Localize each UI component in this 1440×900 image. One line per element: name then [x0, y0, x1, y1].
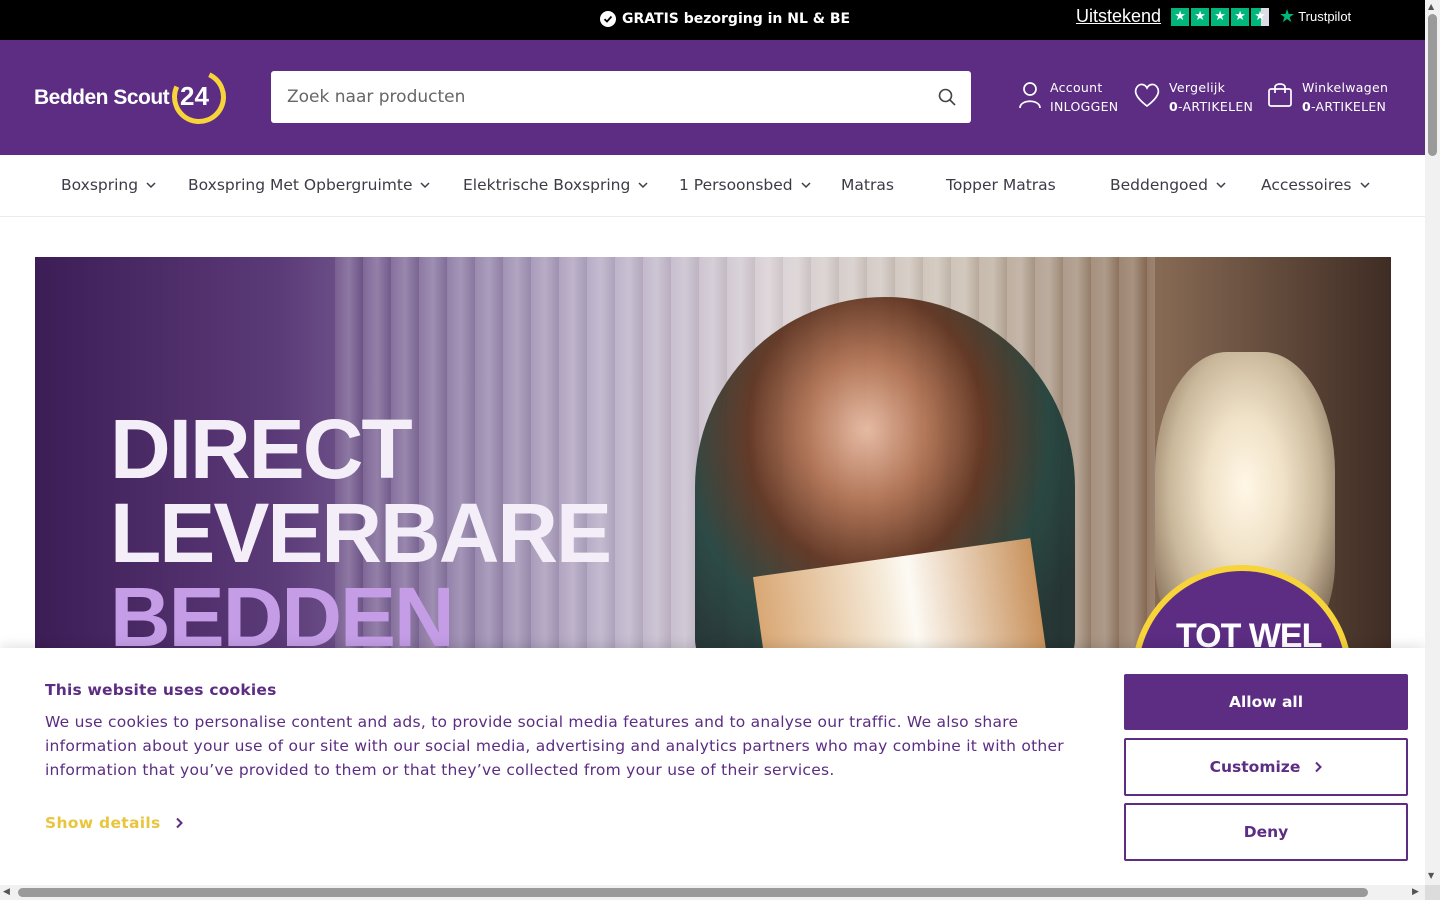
star-icon: ★: [1191, 7, 1210, 26]
customize-label: Customize: [1209, 758, 1301, 776]
scroll-up-arrow-icon[interactable]: ▲: [1428, 2, 1434, 11]
horizontal-scrollbar[interactable]: ◀ ▶: [0, 885, 1425, 900]
deny-button[interactable]: Deny: [1124, 803, 1408, 861]
user-icon: [1018, 81, 1042, 113]
compare-sub: -ARTIKELEN: [1178, 99, 1254, 114]
compare-count: 0: [1169, 99, 1178, 114]
account-label: Account: [1050, 80, 1103, 95]
main-navigation: Boxspring Boxspring Met Opbergruimte Ele…: [0, 155, 1425, 217]
hero-line-2: LEVERBARE: [110, 486, 612, 580]
chevron-right-icon: [1315, 761, 1323, 773]
compare-label-group: Vergelijk 0-ARTIKELEN: [1169, 78, 1253, 116]
nav-item-beddengoed[interactable]: Beddengoed: [1110, 176, 1226, 194]
show-details-label: Show details: [45, 814, 161, 832]
search-bar: [271, 71, 971, 123]
shopping-bag-icon: [1266, 81, 1294, 113]
vertical-scrollbar[interactable]: ▲ ▼: [1425, 0, 1440, 885]
cart-count: 0: [1302, 99, 1311, 114]
free-delivery-promo: GRATIS bezorging in NL & BE: [600, 11, 850, 27]
star-icon: ★: [1171, 7, 1190, 26]
site-header: Bedden Scout 24 Account INLOGGEN Vergeli…: [0, 40, 1425, 155]
scroll-down-arrow-icon[interactable]: ▼: [1428, 871, 1434, 880]
nav-item-label: Matras: [841, 176, 894, 194]
cookie-title: This website uses cookies: [45, 681, 277, 699]
chevron-down-icon: [801, 182, 811, 189]
customize-button[interactable]: Customize: [1124, 738, 1408, 796]
cart-link[interactable]: Winkelwagen 0-ARTIKELEN: [1266, 78, 1388, 116]
chevron-down-icon: [1359, 182, 1370, 189]
account-label-group: Account INLOGGEN: [1050, 78, 1118, 116]
trustpilot-widget[interactable]: Uitstekend ★ ★ ★ ★ ★ ★ Trustpilot: [1076, 6, 1351, 27]
nav-item-label: Elektrische Boxspring: [463, 176, 631, 194]
nav-item-elektrische-boxspring[interactable]: Elektrische Boxspring: [463, 176, 648, 194]
scroll-right-arrow-icon[interactable]: ▶: [1412, 887, 1419, 897]
cart-label: Winkelwagen: [1302, 80, 1389, 95]
compare-link[interactable]: Vergelijk 0-ARTIKELEN: [1133, 78, 1253, 116]
account-link[interactable]: Account INLOGGEN: [1018, 78, 1118, 116]
nav-item-matras[interactable]: Matras: [841, 176, 894, 194]
nav-item-topper-matras[interactable]: Topper Matras: [946, 176, 1056, 194]
scrollbar-corner: [1425, 885, 1440, 900]
hero-headline: DIRECT LEVERBARE BEDDEN: [110, 402, 612, 657]
nav-item-boxspring[interactable]: Boxspring: [61, 176, 156, 194]
cart-sub: -ARTIKELEN: [1311, 99, 1387, 114]
horizontal-scroll-thumb[interactable]: [18, 888, 1368, 897]
deny-label: Deny: [1243, 823, 1289, 841]
top-announcement-bar: GRATIS bezorging in NL & BE Uitstekend ★…: [0, 0, 1425, 40]
trust-rating-link[interactable]: Uitstekend: [1076, 6, 1161, 27]
chevron-down-icon: [146, 182, 156, 189]
compare-label: Vergelijk: [1169, 80, 1226, 95]
hero-banner[interactable]: DIRECT LEVERBARE BEDDEN TOT WEL: [35, 257, 1391, 657]
site-logo[interactable]: Bedden Scout 24: [34, 62, 234, 132]
nav-item-label: 1 Persoonsbed: [679, 176, 793, 194]
trustpilot-brand: Trustpilot: [1298, 9, 1352, 24]
nav-item-label: Beddengoed: [1110, 176, 1208, 194]
chevron-down-icon: [638, 182, 648, 189]
cookie-body: We use cookies to personalise content an…: [45, 713, 1064, 779]
hero-line-3: BEDDEN: [110, 570, 455, 657]
nav-item-label: Accessoires: [1261, 176, 1352, 194]
search-icon[interactable]: [937, 87, 957, 107]
chevron-right-icon: [175, 817, 183, 829]
checkmark-icon: [600, 11, 616, 27]
trust-stars: ★ ★ ★ ★ ★: [1171, 7, 1270, 26]
trustpilot-star-icon: ★: [1279, 6, 1296, 26]
allow-all-button[interactable]: Allow all: [1124, 674, 1408, 730]
nav-item-label: Boxspring Met Opbergruimte: [188, 176, 413, 194]
logo-text: Bedden Scout: [34, 86, 170, 109]
heart-icon: [1133, 82, 1161, 112]
cookie-consent-banner: This website uses cookies We use cookies…: [0, 648, 1425, 885]
hero-line-1: DIRECT: [110, 402, 413, 496]
nav-item-boxspring-met-opbergruimte[interactable]: Boxspring Met Opbergruimte: [188, 176, 431, 194]
nav-item-accessoires[interactable]: Accessoires: [1261, 176, 1370, 194]
nav-item-label: Boxspring: [61, 176, 139, 194]
vertical-scroll-thumb[interactable]: [1428, 14, 1437, 156]
nav-item-1-persoonsbed[interactable]: 1 Persoonsbed: [679, 176, 811, 194]
cart-label-group: Winkelwagen 0-ARTIKELEN: [1302, 78, 1388, 116]
show-details-link[interactable]: Show details: [45, 814, 183, 832]
promo-text: GRATIS bezorging in NL & BE: [622, 11, 851, 27]
search-input[interactable]: [287, 83, 927, 111]
nav-item-label: Topper Matras: [946, 176, 1056, 194]
scroll-left-arrow-icon[interactable]: ◀: [3, 887, 10, 897]
chevron-down-icon: [1216, 182, 1226, 189]
chevron-down-icon: [420, 182, 431, 189]
half-star-icon: ★: [1251, 7, 1270, 26]
logo-number: 24: [180, 81, 209, 111]
allow-all-label: Allow all: [1228, 693, 1304, 711]
star-icon: ★: [1231, 7, 1250, 26]
trustpilot-logo: ★ Trustpilot: [1279, 6, 1351, 27]
star-icon: ★: [1211, 7, 1230, 26]
account-sub: INLOGGEN: [1050, 99, 1119, 114]
